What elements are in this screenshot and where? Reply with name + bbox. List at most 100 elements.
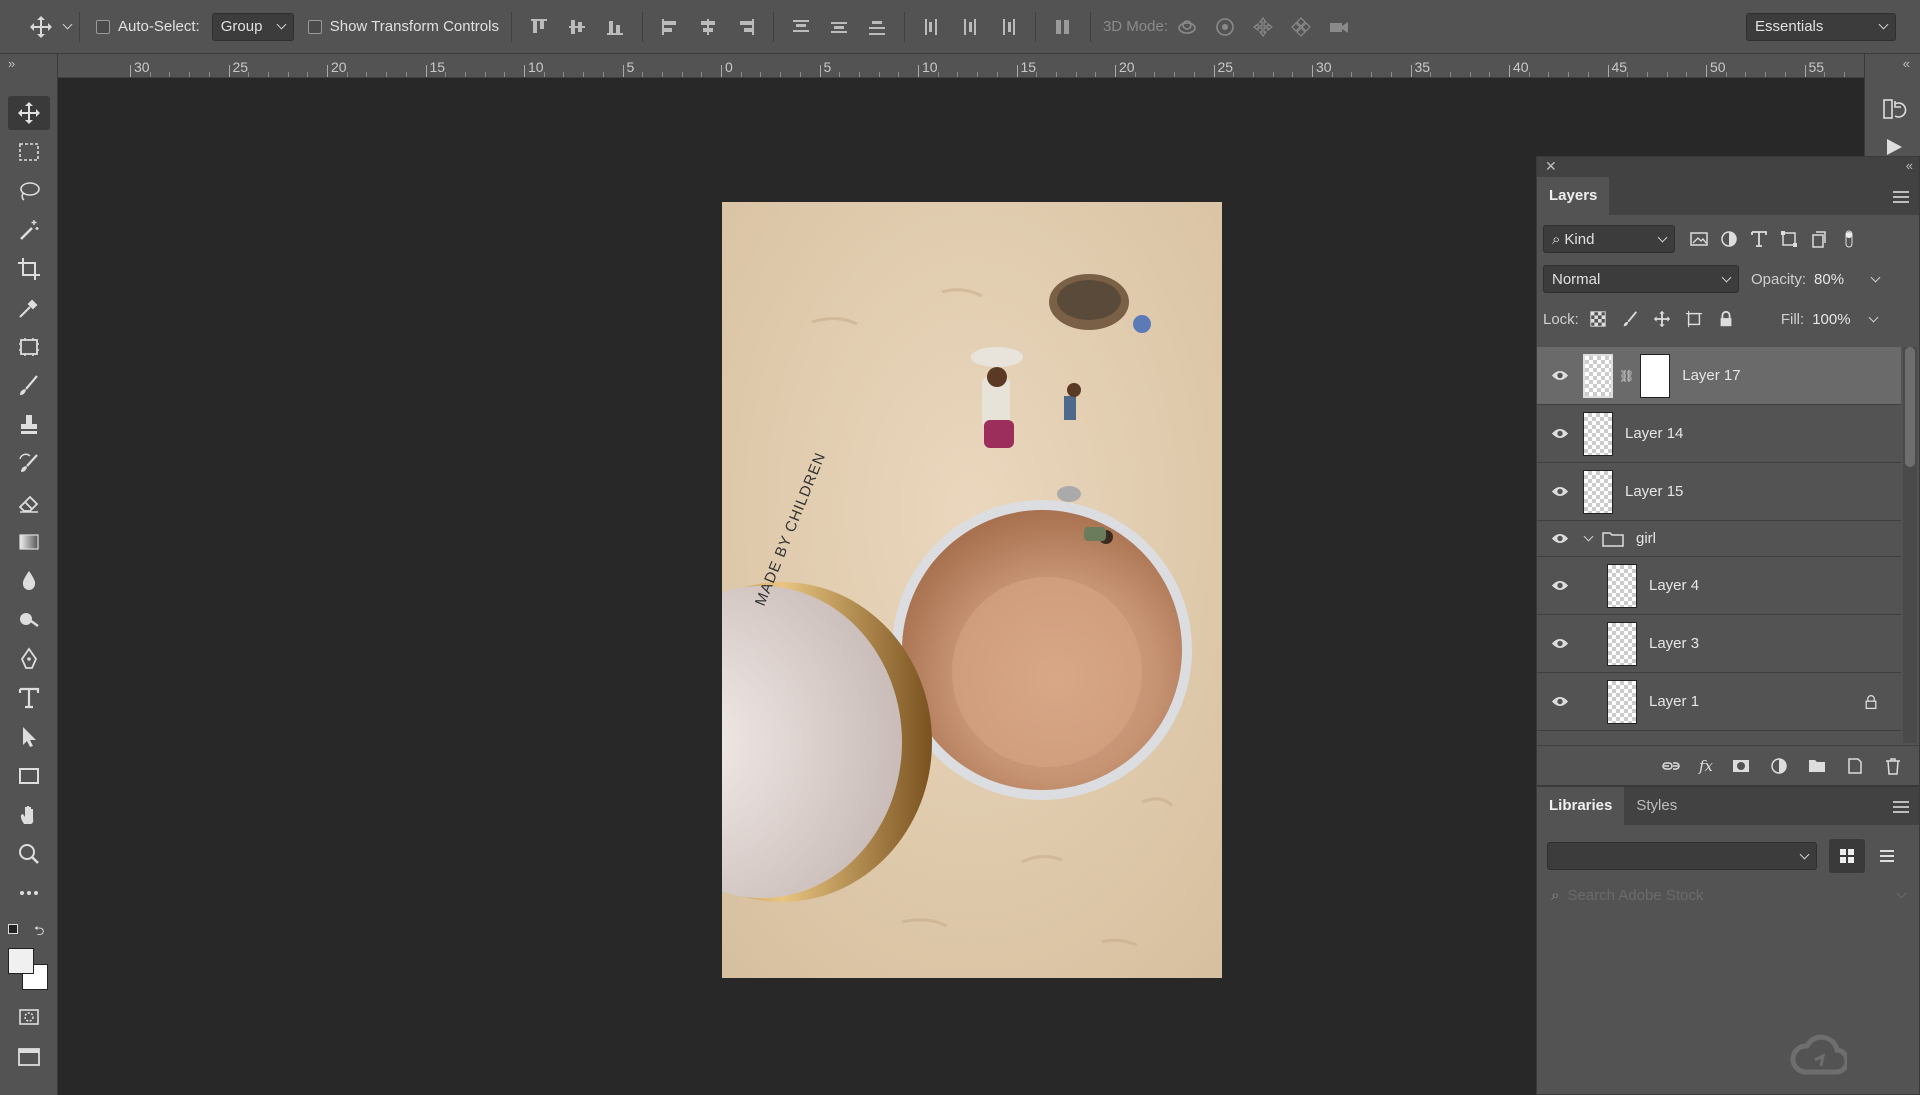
new-layer-icon[interactable] bbox=[1845, 756, 1865, 776]
magic-wand-tool[interactable] bbox=[8, 213, 50, 247]
lock-all-icon[interactable] bbox=[1717, 310, 1735, 328]
visibility-eye-icon[interactable] bbox=[1537, 427, 1583, 440]
fx-icon[interactable]: fx bbox=[1699, 757, 1713, 775]
tab-libraries[interactable]: Libraries bbox=[1537, 787, 1625, 825]
align-horizontal-center-icon[interactable] bbox=[695, 14, 721, 40]
list-view-button[interactable] bbox=[1869, 839, 1905, 873]
3d-orbit-icon[interactable] bbox=[1174, 14, 1200, 40]
align-bottom-icon[interactable] bbox=[602, 14, 628, 40]
adjustment-layer-icon[interactable] bbox=[1769, 756, 1789, 776]
filter-toggle-icon[interactable] bbox=[1839, 229, 1859, 249]
trash-icon[interactable] bbox=[1883, 756, 1903, 776]
swap-colors-icon[interactable]: ⮌ bbox=[34, 922, 44, 944]
brush-tool[interactable] bbox=[8, 369, 50, 403]
eraser-tool[interactable] bbox=[8, 486, 50, 520]
align-right-icon[interactable] bbox=[733, 14, 759, 40]
layer-row-layer-4[interactable]: Layer 4 bbox=[1537, 557, 1901, 615]
zoom-tool[interactable] bbox=[8, 837, 50, 871]
lock-position-icon[interactable] bbox=[1653, 310, 1671, 328]
chevron-down-icon[interactable] bbox=[1583, 531, 1594, 542]
move-tool[interactable] bbox=[8, 96, 50, 130]
fill-value[interactable]: 100% bbox=[1812, 311, 1862, 328]
panel-menu-icon[interactable] bbox=[1893, 191, 1909, 206]
filter-type-icon[interactable] bbox=[1749, 229, 1769, 249]
layer-group-girl[interactable]: girl bbox=[1537, 521, 1901, 557]
auto-select-dropdown[interactable]: Group bbox=[211, 12, 294, 41]
visibility-eye-icon[interactable] bbox=[1537, 637, 1583, 650]
color-swatches[interactable] bbox=[8, 948, 52, 992]
crop-tool[interactable] bbox=[8, 252, 50, 286]
visibility-eye-icon[interactable] bbox=[1537, 369, 1583, 382]
more-tools[interactable] bbox=[8, 876, 50, 910]
3d-camera-icon[interactable] bbox=[1326, 14, 1352, 40]
history-brush-tool[interactable] bbox=[8, 447, 50, 481]
align-vertical-center-icon[interactable] bbox=[564, 14, 590, 40]
quick-mask-tool[interactable] bbox=[8, 1000, 50, 1034]
blend-mode-dropdown[interactable]: Normal bbox=[1543, 265, 1739, 293]
new-group-icon[interactable] bbox=[1807, 756, 1827, 776]
distribute-left-icon[interactable] bbox=[919, 14, 945, 40]
visibility-eye-icon[interactable] bbox=[1537, 532, 1583, 545]
marquee-tool[interactable] bbox=[8, 135, 50, 169]
distribute-vertical-center-icon[interactable] bbox=[826, 14, 852, 40]
history-panel-icon[interactable] bbox=[1881, 96, 1907, 122]
tab-styles[interactable]: Styles bbox=[1624, 787, 1689, 825]
link-icon[interactable]: ⛓ bbox=[1619, 369, 1634, 383]
stamp-tool[interactable] bbox=[8, 408, 50, 442]
collapse-toolbar-icon[interactable]: » bbox=[8, 56, 15, 71]
filter-pixel-icon[interactable] bbox=[1689, 229, 1709, 249]
distribute-top-icon[interactable] bbox=[788, 14, 814, 40]
link-layers-icon[interactable] bbox=[1661, 756, 1681, 776]
frame-tool[interactable] bbox=[8, 330, 50, 364]
3d-slide-icon[interactable] bbox=[1288, 14, 1314, 40]
library-select-dropdown[interactable] bbox=[1547, 842, 1817, 870]
distribute-bottom-icon[interactable] bbox=[864, 14, 890, 40]
grid-view-button[interactable] bbox=[1829, 839, 1865, 873]
workspace-dropdown[interactable]: Essentials bbox=[1746, 12, 1896, 41]
visibility-eye-icon[interactable] bbox=[1537, 485, 1583, 498]
layer-mask-thumbnail[interactable] bbox=[1640, 353, 1671, 398]
actions-panel-icon[interactable] bbox=[1883, 136, 1905, 158]
blur-tool[interactable] bbox=[8, 564, 50, 598]
screen-mode-tool[interactable] bbox=[8, 1040, 50, 1074]
chevron-down-icon[interactable] bbox=[1896, 888, 1907, 898]
lock-image-pixels-icon[interactable] bbox=[1621, 310, 1639, 328]
distribute-right-icon[interactable] bbox=[995, 14, 1021, 40]
auto-select-checkbox[interactable] bbox=[96, 19, 110, 34]
show-transform-checkbox[interactable] bbox=[307, 19, 322, 34]
auto-align-icon[interactable] bbox=[1050, 14, 1076, 40]
scrollbar-thumb[interactable] bbox=[1905, 347, 1915, 467]
rectangle-tool[interactable] bbox=[8, 759, 50, 793]
document-canvas[interactable]: MADE BY CHILDREN bbox=[722, 202, 1222, 978]
filter-kind-dropdown[interactable]: ⌕ Kind bbox=[1543, 225, 1675, 253]
path-selection-tool[interactable] bbox=[8, 720, 50, 754]
opacity-value[interactable]: 80% bbox=[1814, 271, 1864, 288]
layer-row-layer-14[interactable]: Layer 14 bbox=[1537, 405, 1901, 463]
visibility-eye-icon[interactable] bbox=[1537, 695, 1583, 708]
move-tool-preset[interactable] bbox=[28, 14, 73, 40]
distribute-horizontal-center-icon[interactable] bbox=[957, 14, 983, 40]
chevron-down-icon[interactable] bbox=[1868, 312, 1879, 322]
collapse-dock-icon[interactable]: « bbox=[1903, 56, 1910, 71]
lock-transparent-pixels-icon[interactable] bbox=[1589, 310, 1607, 328]
pen-tool[interactable] bbox=[8, 642, 50, 676]
add-mask-icon[interactable] bbox=[1731, 756, 1751, 776]
dodge-tool[interactable] bbox=[8, 603, 50, 637]
layers-scrollbar[interactable] bbox=[1903, 347, 1917, 743]
chevron-down-icon[interactable] bbox=[1870, 272, 1881, 282]
layer-row-layer-1[interactable]: Layer 1 bbox=[1537, 673, 1901, 731]
filter-adjustment-icon[interactable] bbox=[1719, 229, 1739, 249]
eyedropper-tool[interactable] bbox=[8, 291, 50, 325]
visibility-eye-icon[interactable] bbox=[1537, 579, 1583, 592]
panel-menu-icon[interactable] bbox=[1893, 801, 1909, 816]
hand-tool[interactable] bbox=[8, 798, 50, 832]
align-left-icon[interactable] bbox=[657, 14, 683, 40]
3d-pan-icon[interactable] bbox=[1250, 14, 1276, 40]
collapse-panel-icon[interactable]: « bbox=[1906, 158, 1913, 173]
stock-search-field[interactable]: ⌕ Search Adobe Stock bbox=[1537, 877, 1919, 913]
tab-layers[interactable]: Layers bbox=[1537, 177, 1610, 215]
filter-shape-icon[interactable] bbox=[1779, 229, 1799, 249]
lasso-tool[interactable] bbox=[8, 174, 50, 208]
gradient-tool[interactable] bbox=[8, 525, 50, 559]
layer-row-layer-17[interactable]: ⛓ Layer 17 bbox=[1537, 347, 1901, 405]
